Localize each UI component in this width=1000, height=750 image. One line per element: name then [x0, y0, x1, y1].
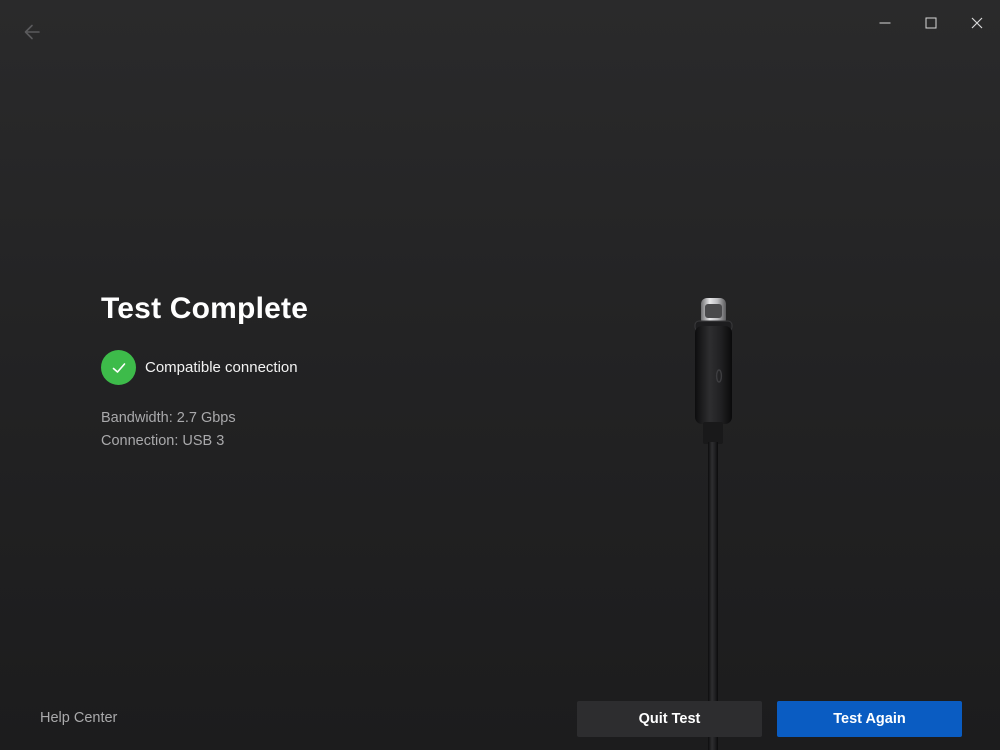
app-window: Test Complete Compatible connection Band… — [0, 0, 1000, 750]
arrow-left-icon — [24, 24, 40, 40]
status-badge — [101, 350, 136, 385]
test-again-button[interactable]: Test Again — [777, 701, 962, 737]
bandwidth-value: Bandwidth: 2.7 Gbps — [101, 410, 236, 426]
minimize-button[interactable] — [862, 0, 908, 46]
result-panel: Test Complete Compatible connection Band… — [101, 292, 308, 453]
back-button[interactable] — [18, 18, 46, 46]
check-icon — [112, 362, 125, 373]
maximize-button[interactable] — [908, 0, 954, 46]
help-center-link[interactable]: Help Center — [40, 710, 117, 726]
quit-test-button[interactable]: Quit Test — [577, 701, 762, 737]
window-controls — [862, 0, 1000, 46]
minimize-icon — [879, 22, 891, 24]
page-title: Test Complete — [101, 292, 309, 325]
connection-type-value: Connection: USB 3 — [101, 433, 225, 449]
status-row: Compatible connection — [101, 350, 308, 385]
close-icon — [971, 17, 983, 29]
maximize-icon — [925, 17, 937, 29]
connection-details: Bandwidth: 2.7 Gbps Connection: USB 3 — [101, 407, 308, 453]
status-text: Compatible connection — [145, 359, 298, 376]
usb-c-cable-illustration — [694, 298, 733, 750]
close-button[interactable] — [954, 0, 1000, 46]
